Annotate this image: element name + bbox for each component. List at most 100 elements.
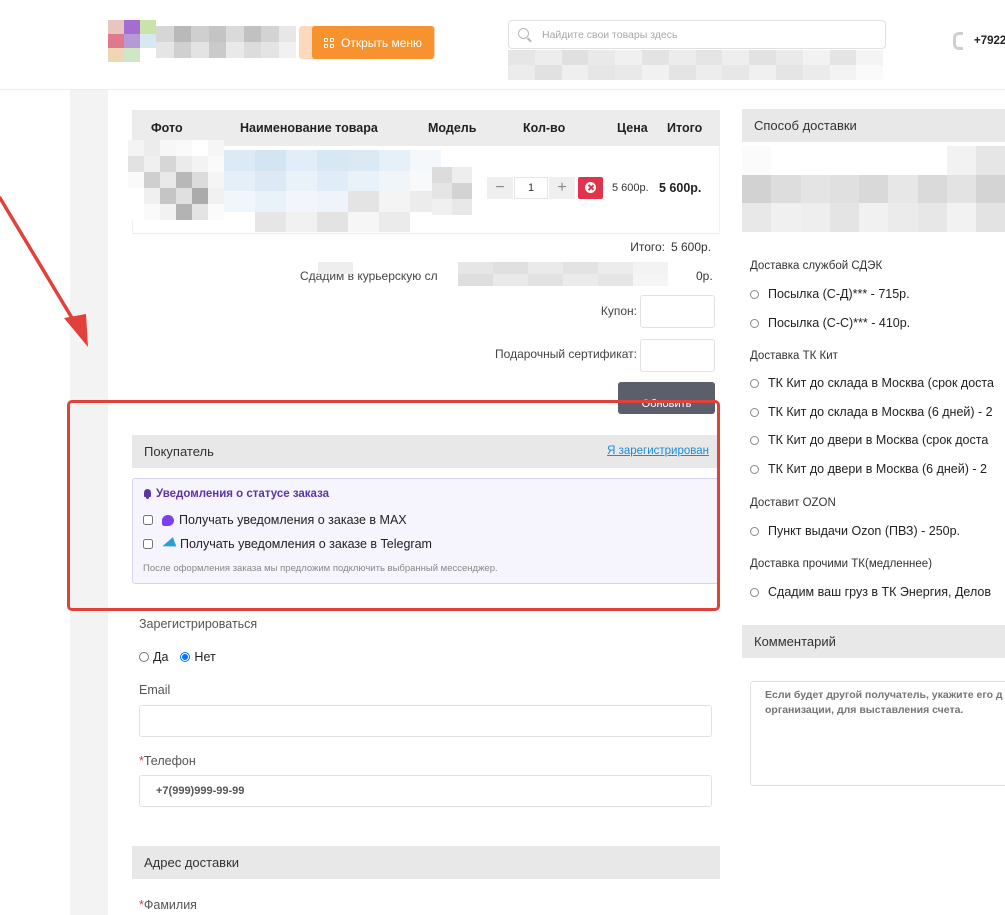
product-model-redacted bbox=[432, 167, 472, 215]
shipping-option-label: ТК Кит до склада в Москва (срок доста bbox=[768, 376, 994, 390]
register-no-radio[interactable] bbox=[180, 652, 191, 662]
shipping-section-header: Способ доставки bbox=[742, 109, 1005, 142]
notify-telegram-label: Получать уведомления о заказе в Telegram bbox=[180, 537, 432, 551]
shipping-option[interactable]: Посылка (С-Д)*** - 715р. bbox=[750, 287, 910, 301]
logo-mosaic bbox=[108, 20, 156, 62]
shipping-option-label: ТК Кит до двери в Москва (6 дней) - 2 bbox=[768, 462, 987, 476]
update-cart-button[interactable]: Обновить bbox=[618, 382, 715, 414]
register-yes-label: Да bbox=[153, 650, 169, 664]
row-total: 5 600р. bbox=[659, 181, 702, 195]
shipping-option[interactable]: ТК Кит до двери в Москва (6 дней) - 2 bbox=[750, 462, 987, 476]
courier-label-redacted bbox=[318, 262, 668, 286]
lastname-label: Фамилия bbox=[143, 898, 197, 912]
col-name: Наименование товара bbox=[240, 121, 378, 135]
shipping-option-label: ТК Кит до склада в Москва (6 дней) - 2 bbox=[768, 405, 993, 419]
notify-max-checkbox[interactable] bbox=[143, 515, 153, 525]
search-input[interactable] bbox=[542, 25, 872, 45]
quantity-input[interactable] bbox=[514, 177, 548, 199]
header-phone[interactable]: +7922 bbox=[974, 35, 1005, 47]
already-registered-link[interactable]: Я зарегистрирован bbox=[607, 445, 709, 457]
site-logo[interactable] bbox=[108, 20, 156, 62]
gift-certificate-label: Подарочный сертификат: bbox=[495, 347, 637, 361]
shipping-option[interactable]: Посылка (С-С)*** - 410р. bbox=[750, 316, 910, 330]
lastname-label-wrap: *Фамилия bbox=[139, 898, 197, 912]
order-notifications-panel: Уведомления о статусе заказа Получать ув… bbox=[132, 478, 720, 584]
notify-telegram-checkbox[interactable] bbox=[143, 539, 153, 549]
quantity-decrease-button[interactable]: − bbox=[487, 177, 513, 199]
open-menu-button[interactable]: Открыть меню bbox=[312, 26, 434, 59]
phone-label-wrap: *Телефон bbox=[139, 754, 196, 768]
phone-icon bbox=[953, 32, 963, 50]
shipping-option-label: Посылка (С-Д)*** - 715р. bbox=[768, 287, 910, 301]
register-yes-radio[interactable] bbox=[139, 652, 149, 662]
notify-max-option[interactable]: Получать уведомления о заказе в MAX bbox=[143, 513, 407, 527]
logo-text-redacted bbox=[156, 26, 296, 58]
max-messenger-icon bbox=[162, 514, 174, 526]
close-circle-icon bbox=[585, 182, 596, 193]
coupon-label: Купон: bbox=[600, 304, 637, 318]
shipping-group-ozon: Доставит OZON bbox=[750, 497, 836, 509]
radio-circle-icon bbox=[750, 407, 759, 417]
notifications-note: После оформления заказа мы предложим под… bbox=[143, 563, 498, 574]
product-photo-redacted bbox=[128, 140, 224, 220]
search-box[interactable] bbox=[508, 20, 886, 49]
buyer-section-header: Покупатель Я зарегистрирован bbox=[132, 435, 720, 468]
quantity-increase-button[interactable]: + bbox=[549, 177, 575, 199]
row-price: 5 600р. bbox=[612, 182, 649, 194]
address-section-title: Адрес доставки bbox=[144, 855, 240, 870]
radio-circle-icon bbox=[750, 289, 759, 299]
shipping-option[interactable]: ТК Кит до двери в Москва (срок доста bbox=[750, 433, 988, 447]
grid-icon bbox=[323, 37, 334, 48]
radio-circle-icon bbox=[750, 378, 759, 388]
gift-certificate-input[interactable] bbox=[640, 339, 715, 372]
shipping-option-label: ТК Кит до двери в Москва (срок доста bbox=[768, 433, 989, 447]
shipping-info-redacted bbox=[742, 146, 1005, 232]
subtotal-value: 5 600р. bbox=[671, 240, 712, 254]
email-field[interactable] bbox=[139, 705, 712, 737]
shipping-group-cdek: Доставка службой СДЭК bbox=[750, 260, 883, 272]
notifications-title-text: Уведомления о статусе заказа bbox=[156, 488, 330, 500]
col-total: Итого bbox=[667, 121, 703, 135]
search-icon bbox=[518, 28, 529, 39]
notify-max-label: Получать уведомления о заказе в MAX bbox=[179, 513, 407, 527]
shipping-option[interactable]: Пункт выдачи Ozon (ПВЗ) - 250р. bbox=[750, 524, 960, 538]
email-label: Email bbox=[139, 683, 171, 697]
register-no-label: Нет bbox=[194, 650, 216, 664]
update-cart-label: Обновить bbox=[641, 398, 692, 410]
shipping-option-label: Посылка (С-С)*** - 410р. bbox=[768, 316, 911, 330]
col-qty: Кол-во bbox=[523, 121, 566, 135]
shipping-option[interactable]: Сдадим ваш груз в ТК Энергия, Делов bbox=[750, 585, 991, 599]
courier-shipping-value: 0р. bbox=[696, 269, 713, 283]
search-hint-redacted bbox=[508, 50, 884, 80]
notify-telegram-option[interactable]: Получать уведомления о заказе в Telegram bbox=[143, 537, 432, 551]
open-menu-label: Открыть меню bbox=[340, 35, 422, 50]
col-model: Модель bbox=[428, 121, 477, 135]
col-photo: Фото bbox=[151, 121, 183, 135]
radio-circle-icon bbox=[750, 587, 759, 597]
shipping-option-label: Сдадим ваш груз в ТК Энергия, Делов bbox=[768, 585, 991, 599]
comment-textarea[interactable] bbox=[750, 681, 1005, 786]
col-price: Цена bbox=[617, 121, 648, 135]
radio-circle-icon bbox=[750, 318, 759, 328]
shipping-section-title: Способ доставки bbox=[754, 118, 857, 133]
remove-item-button[interactable] bbox=[578, 177, 603, 199]
shipping-option-label: Пункт выдачи Ozon (ПВЗ) - 250р. bbox=[768, 524, 961, 538]
comment-section-title: Комментарий bbox=[754, 634, 836, 649]
comment-section-header: Комментарий bbox=[742, 625, 1005, 658]
annotation-arrow bbox=[0, 196, 88, 347]
phone-label: Телефон bbox=[143, 754, 196, 768]
site-header: Открыть меню +7922 bbox=[0, 0, 1005, 90]
subtotal-label: Итого: bbox=[630, 240, 665, 254]
shipping-option[interactable]: ТК Кит до склада в Москва (6 дней) - 2 bbox=[750, 405, 993, 419]
notifications-title: Уведомления о статусе заказа bbox=[143, 488, 329, 500]
coupon-input[interactable] bbox=[640, 295, 715, 328]
bell-icon bbox=[143, 489, 152, 499]
shipping-group-kit: Доставка ТК Кит bbox=[750, 350, 838, 362]
shipping-group-other: Доставка прочими ТК(медленнее) bbox=[750, 558, 933, 570]
buyer-section-title: Покупатель bbox=[144, 444, 214, 459]
address-section-header: Адрес доставки bbox=[132, 846, 720, 879]
phone-field[interactable] bbox=[139, 775, 712, 807]
shipping-option[interactable]: ТК Кит до склада в Москва (срок доста bbox=[750, 376, 994, 390]
radio-circle-icon bbox=[750, 526, 759, 536]
telegram-icon bbox=[160, 537, 177, 551]
